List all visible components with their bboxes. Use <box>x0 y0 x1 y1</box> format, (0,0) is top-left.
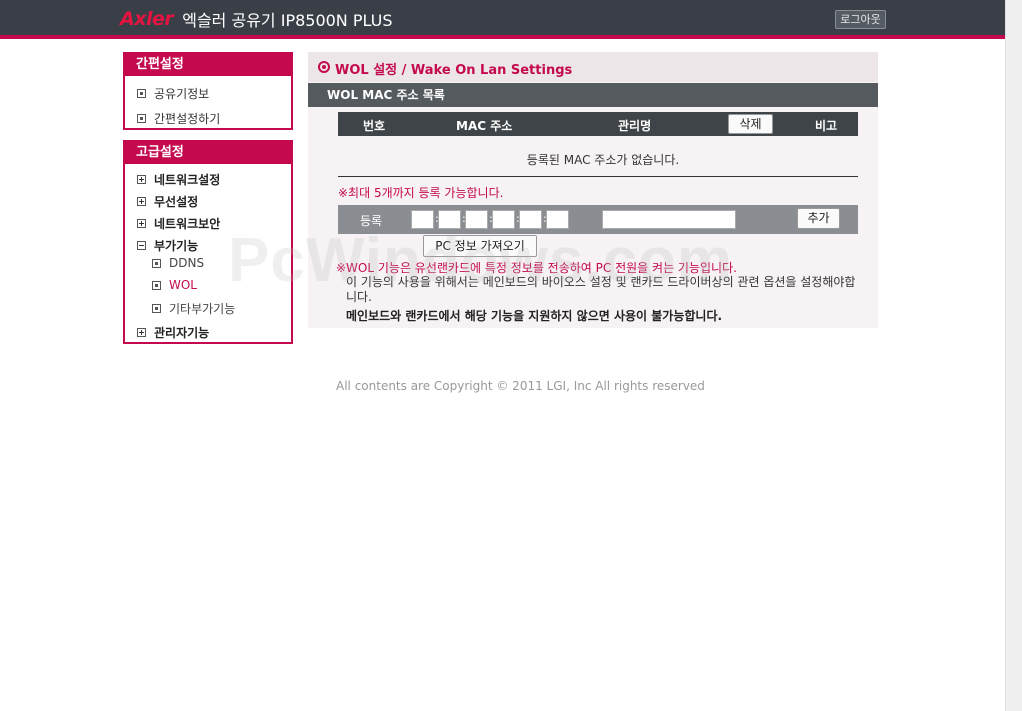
expand-icon <box>137 328 146 337</box>
window-scrollbar[interactable] <box>1005 0 1022 711</box>
wol-setup-note: 이 기능의 사용을 위해서는 메인보드의 바이오스 설정 및 랜카드 드라이버상… <box>346 275 856 304</box>
target-icon <box>318 61 330 73</box>
simple-settings-title: 간편설정 <box>125 54 291 76</box>
empty-list-message: 등록된 MAC 주소가 없습니다. <box>526 153 680 167</box>
get-pc-info-button[interactable]: PC 정보 가져오기 <box>423 235 537 257</box>
limit-message: ※최대 5개까지 등록 가능합니다. <box>338 186 504 200</box>
sidebar-item-label: 무선설정 <box>154 195 199 209</box>
sidebar-item-network-settings[interactable]: 네트워크설정 <box>137 171 220 188</box>
delete-button[interactable]: 삭제 <box>728 114 773 134</box>
table-divider <box>338 176 858 177</box>
top-bar: Axler 엑슬러 공유기 IP8500N PLUS 로그아웃 <box>0 0 1005 35</box>
expand-icon <box>137 175 146 184</box>
advanced-settings-title: 고급설정 <box>125 142 291 164</box>
sidebar-item-label: 기타부가기능 <box>169 302 236 316</box>
sidebar-item-ddns[interactable]: DDNS <box>152 256 204 270</box>
sidebar-item-additional-features[interactable]: 부가기능 <box>137 237 198 254</box>
register-row: 등록 : : : : : 추가 <box>338 205 858 234</box>
logout-button[interactable]: 로그아웃 <box>835 10 886 29</box>
mac-octet-2-input[interactable] <box>438 210 461 229</box>
wol-settings-panel: WOL 설정 / Wake On Lan Settings WOL MAC 주소… <box>308 52 878 328</box>
logo: Axler 엑슬러 공유기 IP8500N PLUS <box>120 8 393 30</box>
mac-octet-4-input[interactable] <box>492 210 515 229</box>
expand-icon <box>137 197 146 206</box>
column-header-number: 번호 <box>363 119 386 133</box>
sidebar-item-admin-features[interactable]: 관리자기능 <box>137 324 209 341</box>
sidebar-item-label: 간편설정하기 <box>154 112 221 126</box>
expand-icon <box>137 219 146 228</box>
advanced-settings-menu: 고급설정 네트워크설정 무선설정 네트워크보안 부가기능 DDNS WOL 기타… <box>123 140 293 344</box>
wol-support-warning: 메인보드와 랜카드에서 해당 기능을 지원하지 않으면 사용이 불가능합니다. <box>346 309 723 323</box>
mac-table-header: 번호 MAC 주소 관리명 삭제 비고 <box>338 112 858 136</box>
copyright-text: All contents are Copyright © 2011 LGI, I… <box>336 379 705 393</box>
register-label: 등록 <box>360 214 383 228</box>
mac-octet-1-input[interactable] <box>411 210 434 229</box>
wol-description: ※WOL 기능은 유선랜카드에 특정 정보를 전송하여 PC 전원을 켜는 기능… <box>336 261 737 275</box>
sidebar-item-quick-setup[interactable]: 간편설정하기 <box>137 110 220 127</box>
collapse-icon <box>137 241 146 250</box>
column-header-note: 비고 <box>815 119 838 133</box>
column-header-mac: MAC 주소 <box>456 119 513 133</box>
sidebar-item-label: 부가기능 <box>154 239 199 253</box>
sidebar-item-label: 네트워크보안 <box>154 217 221 231</box>
column-header-name: 관리명 <box>618 119 652 133</box>
sidebar-item-label: 관리자기능 <box>154 326 210 340</box>
bullet-icon <box>152 280 161 290</box>
page-title: WOL 설정 / Wake On Lan Settings <box>335 63 573 78</box>
bullet-icon <box>137 114 146 123</box>
device-name-input[interactable] <box>602 210 736 229</box>
simple-settings-menu: 간편설정 공유기정보 간편설정하기 <box>123 52 293 130</box>
mac-octet-3-input[interactable] <box>465 210 488 229</box>
sidebar-item-wol[interactable]: WOL <box>152 278 197 292</box>
top-divider <box>0 35 1005 39</box>
sidebar-item-label: 공유기정보 <box>154 87 210 101</box>
section-title: WOL MAC 주소 목록 <box>308 83 878 107</box>
sidebar-item-label: 네트워크설정 <box>154 173 221 187</box>
bullet-icon <box>152 258 161 268</box>
brand-logo: Axler <box>120 8 174 30</box>
product-title: 엑슬러 공유기 IP8500N PLUS <box>182 11 393 30</box>
mac-octet-5-input[interactable] <box>519 210 542 229</box>
mac-octet-6-input[interactable] <box>546 210 569 229</box>
sidebar-item-label: WOL <box>169 278 197 292</box>
sidebar-item-wireless-settings[interactable]: 무선설정 <box>137 193 198 210</box>
add-button[interactable]: 추가 <box>797 208 840 229</box>
page-title-bar: WOL 설정 / Wake On Lan Settings <box>308 52 878 82</box>
sidebar-item-network-security[interactable]: 네트워크보안 <box>137 215 220 232</box>
sidebar-item-other-features[interactable]: 기타부가기능 <box>152 300 235 317</box>
bullet-icon <box>137 89 146 98</box>
sidebar-item-label: DDNS <box>169 256 205 270</box>
sidebar-item-router-info[interactable]: 공유기정보 <box>137 85 209 102</box>
bullet-icon <box>152 304 161 313</box>
